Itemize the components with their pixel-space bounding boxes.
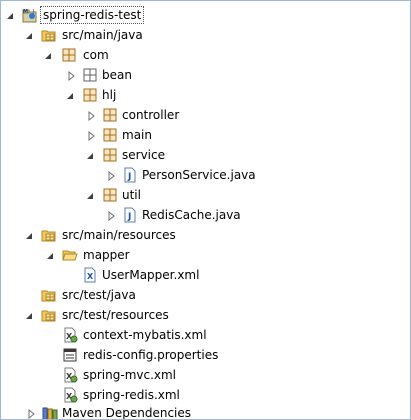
package-icon: [102, 107, 118, 123]
xml-config-icon: X: [62, 327, 78, 343]
properties-file-icon: [62, 347, 78, 363]
tree-item-label: PersonService.java: [142, 168, 256, 182]
library-icon: [42, 405, 58, 419]
maven-project-icon: M J: [22, 7, 38, 23]
tree-item-src-main-resources[interactable]: src/main/resources: [1, 225, 410, 245]
tree-item-label: service: [122, 148, 165, 162]
expanded-arrow-icon[interactable]: [24, 30, 34, 40]
package-icon: [102, 127, 118, 143]
tree-item-spring-redis-test[interactable]: M J spring-redis-test: [1, 5, 410, 25]
tree-item-label: spring-redis-test: [39, 6, 145, 24]
tree-item-com[interactable]: com: [1, 45, 410, 65]
tree-item-src-main-java[interactable]: src/main/java: [1, 25, 410, 45]
tree-item-person-service[interactable]: J PersonService.java: [1, 165, 410, 185]
folder-open-icon: [62, 247, 78, 263]
package-icon: [82, 87, 98, 103]
tree-item-label: controller: [122, 108, 180, 122]
expanded-arrow-icon[interactable]: [85, 150, 95, 160]
tree-item-redis-cache[interactable]: J RedisCache.java: [1, 205, 410, 225]
tree-item-user-mapper[interactable]: X UserMapper.xml: [1, 265, 410, 285]
tree-item-label: src/main/resources: [62, 228, 176, 242]
java-file-icon: J: [122, 167, 138, 183]
tree-item-maven-dependencies[interactable]: Maven Dependencies: [1, 403, 410, 420]
expanded-arrow-icon[interactable]: [85, 190, 95, 200]
expanded-arrow-icon[interactable]: [45, 250, 55, 260]
tree-item-util[interactable]: util: [1, 185, 410, 205]
empty-package-icon: [82, 67, 98, 83]
tree-item-src-test-resources[interactable]: src/test/resources: [1, 305, 410, 325]
tree-item-label: hlj: [102, 88, 117, 102]
package-icon: [102, 187, 118, 203]
package-icon: [102, 147, 118, 163]
tree-item-spring-redis[interactable]: X spring-redis.xml: [1, 385, 410, 405]
tree-item-context-mybatis[interactable]: X context-mybatis.xml: [1, 325, 410, 345]
tree-item-label: context-mybatis.xml: [83, 328, 207, 342]
tree-item-hlj[interactable]: hlj: [1, 85, 410, 105]
tree-item-label: RedisCache.java: [142, 208, 241, 222]
tree-item-label: main: [122, 128, 152, 142]
expanded-arrow-icon[interactable]: [43, 50, 53, 60]
tree-item-label: src/test/java: [62, 288, 136, 302]
svg-text:X: X: [87, 272, 94, 281]
tree-item-label: mapper: [83, 248, 130, 262]
tree-item-label: spring-mvc.xml: [83, 368, 177, 382]
tree-item-service[interactable]: service: [1, 145, 410, 165]
svg-text:J: J: [127, 212, 131, 222]
collapsed-arrow-icon[interactable]: [87, 130, 97, 142]
tree-item-label: src/test/resources: [62, 308, 169, 322]
xml-config-icon: X: [62, 387, 78, 403]
xml-config-icon: X: [62, 367, 78, 383]
tree-item-label: bean: [102, 68, 132, 82]
tree-item-label: src/main/java: [62, 28, 143, 42]
expanded-arrow-icon[interactable]: [65, 90, 75, 100]
collapsed-arrow-icon[interactable]: [107, 210, 117, 222]
xml-file-icon: X: [82, 267, 98, 283]
package-icon: [61, 47, 77, 63]
collapsed-arrow-icon[interactable]: [107, 170, 117, 182]
collapsed-arrow-icon[interactable]: [27, 408, 37, 419]
expanded-arrow-icon[interactable]: [24, 310, 34, 320]
source-folder-icon: [41, 227, 57, 243]
project-explorer: M J spring-redis-test src/main/java com …: [0, 0, 411, 420]
collapsed-arrow-icon[interactable]: [87, 110, 97, 122]
expanded-arrow-icon[interactable]: [24, 230, 34, 240]
tree-item-mapper[interactable]: mapper: [1, 245, 410, 265]
java-file-icon: J: [122, 207, 138, 223]
tree-item-controller[interactable]: controller: [1, 105, 410, 125]
source-folder-icon: [41, 27, 57, 43]
tree-item-label: Maven Dependencies: [62, 406, 192, 420]
tree-item-label: redis-config.properties: [83, 348, 219, 362]
expanded-arrow-icon[interactable]: [5, 10, 15, 20]
tree-item-label: UserMapper.xml: [102, 268, 200, 282]
tree-item-main[interactable]: main: [1, 125, 410, 145]
tree-item-label: spring-redis.xml: [83, 388, 180, 402]
tree-item-spring-mvc[interactable]: X spring-mvc.xml: [1, 365, 410, 385]
tree-item-label: util: [122, 188, 141, 202]
collapsed-arrow-icon[interactable]: [67, 70, 77, 82]
tree-item-bean[interactable]: bean: [1, 65, 410, 85]
source-folder-icon: [41, 307, 57, 323]
svg-text:M: M: [23, 9, 28, 15]
source-folder-icon: [41, 287, 57, 303]
tree-item-src-test-java[interactable]: src/test/java: [1, 285, 410, 305]
tree-item-label: com: [83, 48, 109, 62]
svg-text:J: J: [127, 172, 131, 182]
svg-text:J: J: [32, 9, 34, 15]
tree-item-redis-config[interactable]: redis-config.properties: [1, 345, 410, 365]
